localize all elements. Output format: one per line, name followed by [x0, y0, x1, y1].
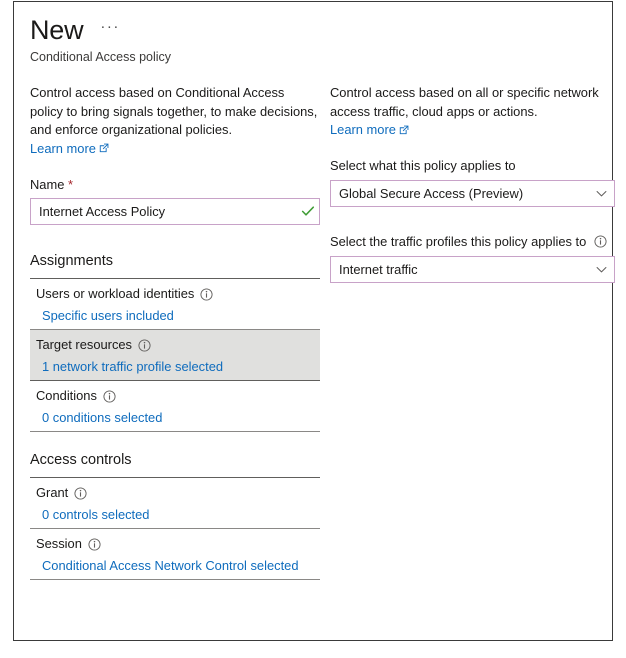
assignment-label-users: Users or workload identities — [36, 285, 195, 301]
assignment-row-users[interactable]: Users or workload identities Specific us… — [30, 279, 320, 329]
access-control-value-grant[interactable]: 0 controls selected — [36, 506, 320, 524]
traffic-profiles-label-text: Select the traffic profiles this policy … — [330, 234, 587, 249]
screenshot-root: New ··· Conditional Access policy Contro… — [0, 0, 626, 658]
info-icon[interactable] — [88, 538, 101, 551]
right-column: Control access based on all or specific … — [330, 84, 615, 283]
chevron-down-icon — [588, 187, 614, 200]
assignment-row-conditions[interactable]: Conditions 0 conditions selected — [30, 381, 320, 431]
access-control-label-grant: Grant — [36, 484, 69, 500]
left-intro-text: Control access based on Conditional Acce… — [30, 85, 318, 137]
name-field-label: Name * — [30, 176, 320, 193]
traffic-profiles-label: Select the traffic profiles this policy … — [330, 233, 615, 251]
access-control-row-session[interactable]: Session Conditional Access Network Contr… — [30, 529, 320, 579]
applies-to-label: Select what this policy applies to — [330, 158, 516, 173]
blade-header: New ··· Conditional Access policy — [30, 14, 450, 65]
row-label: Users or workload identities — [36, 285, 320, 303]
access-controls-heading: Access controls — [30, 451, 132, 468]
access-control-label-session: Session — [36, 535, 82, 551]
right-learn-more-label: Learn more — [330, 122, 396, 137]
left-learn-more-label: Learn more — [30, 140, 96, 156]
access-control-row-grant[interactable]: Grant 0 controls selected — [30, 478, 320, 528]
checkmark-icon — [297, 204, 319, 218]
right-intro-text: Control access based on all or specific … — [330, 85, 599, 119]
traffic-profiles-dropdown[interactable]: Internet traffic — [330, 256, 615, 283]
info-icon[interactable] — [74, 487, 87, 500]
info-icon[interactable] — [138, 339, 151, 352]
right-learn-more-link[interactable]: Learn more — [330, 122, 409, 137]
policy-blade-frame: New ··· Conditional Access policy Contro… — [13, 1, 615, 641]
applies-to-dropdown[interactable]: Global Secure Access (Preview) — [330, 180, 615, 207]
info-icon[interactable] — [103, 390, 116, 403]
name-input[interactable] — [31, 198, 297, 224]
more-options-button[interactable]: ··· — [97, 18, 123, 42]
assignment-value-users[interactable]: Specific users included — [36, 307, 320, 325]
assignment-row-target-resources[interactable]: Target resources 1 network traffic profi… — [30, 329, 320, 380]
left-learn-more-link[interactable]: Learn more — [30, 141, 109, 156]
assignment-label-conditions: Conditions — [36, 387, 97, 403]
page-title: New — [30, 15, 84, 45]
name-textbox[interactable] — [30, 197, 320, 225]
row-label: Target resources — [36, 336, 320, 354]
row-label: Conditions — [36, 387, 320, 405]
name-label-text: Name — [30, 176, 65, 192]
access-control-value-session[interactable]: Conditional Access Network Control selec… — [36, 557, 320, 575]
row-label: Grant — [36, 484, 320, 502]
blade-content: New ··· Conditional Access policy Contro… — [14, 2, 615, 640]
applies-to-selected-value: Global Secure Access (Preview) — [339, 186, 524, 201]
info-icon[interactable] — [594, 235, 607, 248]
external-link-icon — [399, 125, 409, 135]
row-label: Session — [36, 535, 320, 553]
assignment-value-target-resources[interactable]: 1 network traffic profile selected — [36, 358, 320, 376]
chevron-down-icon — [588, 263, 614, 276]
divider — [30, 578, 320, 580]
assignment-value-conditions[interactable]: 0 conditions selected — [36, 409, 320, 427]
page-subtitle: Conditional Access policy — [30, 50, 172, 64]
assignment-label-target-resources: Target resources — [36, 336, 133, 352]
traffic-profiles-selected-value: Internet traffic — [339, 262, 418, 277]
title-row: New ··· — [30, 14, 450, 46]
required-marker: * — [67, 176, 74, 192]
assignments-heading: Assignments — [30, 252, 114, 269]
left-column: Control access based on Conditional Acce… — [30, 84, 320, 580]
info-icon[interactable] — [200, 288, 213, 301]
external-link-icon — [99, 143, 109, 153]
